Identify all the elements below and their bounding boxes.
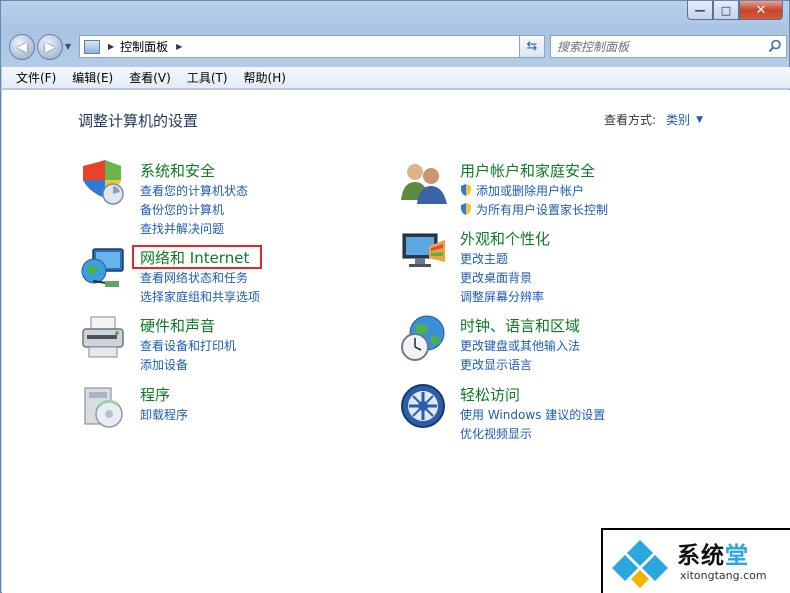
link-troubleshoot[interactable]: 查找并解决问题 — [140, 220, 224, 237]
search-box[interactable] — [550, 35, 787, 58]
page-title: 调整计算机的设置 — [78, 112, 199, 130]
shield-icon[interactable] — [79, 158, 129, 208]
close-button[interactable]: ✕ — [739, 1, 783, 20]
menu-tools[interactable]: 工具(T) — [179, 68, 236, 88]
menu-help[interactable]: 帮助(H) — [236, 68, 294, 88]
category-title[interactable]: 时钟、语言和区域 — [460, 315, 580, 336]
view-by: 查看方式: 类别 ▼ — [604, 111, 703, 128]
link-text[interactable]: 添加或删除用户帐户 — [476, 184, 584, 198]
control-panel-icon — [84, 39, 100, 54]
link-backup-computer[interactable]: 备份您的计算机 — [140, 201, 224, 218]
link-add-device[interactable]: 添加设备 — [140, 356, 188, 373]
link-windows-recommended-settings[interactable]: 使用 Windows 建议的设置 — [460, 406, 605, 423]
programs-disc-icon[interactable] — [79, 382, 129, 432]
category-title[interactable]: 用户帐户和家庭安全 — [460, 160, 595, 181]
link-text[interactable]: 为所有用户设置家长控制 — [476, 203, 608, 217]
link-screen-resolution[interactable]: 调整屏幕分辨率 — [460, 288, 544, 305]
category-title[interactable]: 硬件和声音 — [140, 315, 215, 336]
printer-icon[interactable] — [79, 313, 129, 363]
watermark-title: 系统堂 — [677, 536, 749, 570]
category-title[interactable]: 轻松访问 — [460, 384, 520, 405]
link-network-status[interactable]: 查看网络状态和任务 — [140, 269, 248, 286]
link-display-language[interactable]: 更改显示语言 — [460, 356, 532, 373]
menu-view[interactable]: 查看(V) — [121, 68, 179, 88]
breadcrumb-separator-icon[interactable]: ▶ — [108, 42, 114, 51]
address-bar[interactable]: ▶ 控制面板 ▶ ▼ — [79, 35, 545, 58]
minimize-icon: — — [694, 3, 706, 17]
clock-globe-icon[interactable] — [399, 313, 449, 363]
window-controls: — □ ✕ — [687, 1, 783, 20]
maximize-button[interactable]: □ — [713, 1, 739, 20]
arrow-right-icon: ▶ — [45, 39, 55, 55]
back-button[interactable]: ◀ — [9, 34, 35, 60]
category-title[interactable]: 系统和安全 — [140, 160, 215, 181]
menu-edit[interactable]: 编辑(E) — [64, 68, 121, 88]
watermark-logo-icon — [612, 540, 668, 588]
refresh-button[interactable]: ⇆ — [519, 35, 545, 58]
window-frame: — □ ✕ ◀ ▶ ▼ ▶ 控制面板 ▶ ▼ ⇆ 文件(F) 编辑(E) 查看(… — [0, 0, 790, 593]
link-optimize-display[interactable]: 优化视频显示 — [460, 425, 532, 442]
link-homegroup-sharing[interactable]: 选择家庭组和共享选项 — [140, 288, 260, 305]
link-check-computer-status[interactable]: 查看您的计算机状态 — [140, 182, 248, 199]
forward-button[interactable]: ▶ — [37, 34, 63, 60]
maximize-icon: □ — [720, 3, 732, 17]
view-by-dropdown[interactable]: 类别 — [666, 111, 690, 128]
uac-shield-icon — [461, 184, 471, 196]
link-parental-controls[interactable]: 为所有用户设置家长控制 — [460, 201, 608, 218]
highlight-frame — [132, 245, 262, 269]
site-watermark: 系统堂 xitongtang.com — [601, 528, 790, 593]
uac-shield-icon — [461, 203, 471, 215]
link-desktop-background[interactable]: 更改桌面背景 — [460, 269, 532, 286]
navigation-bar: ◀ ▶ ▼ ▶ 控制面板 ▶ ▼ ⇆ — [7, 32, 787, 62]
refresh-icon: ⇆ — [526, 39, 538, 54]
category-title[interactable]: 程序 — [140, 384, 170, 405]
monitor-palette-icon[interactable] — [399, 226, 449, 276]
control-panel-content: 调整计算机的设置 查看方式: 类别 ▼ 系统和安全 查看您的计算机状态 备份您的… — [2, 90, 790, 593]
breadcrumb-control-panel[interactable]: 控制面板 — [120, 38, 168, 55]
search-input[interactable] — [551, 36, 751, 57]
breadcrumb-separator-icon[interactable]: ▶ — [176, 42, 182, 51]
watermark-title-accent: 堂 — [725, 542, 749, 569]
link-change-input-method[interactable]: 更改键盘或其他输入法 — [460, 337, 580, 354]
ease-of-access-icon[interactable] — [399, 382, 449, 432]
link-uninstall-program[interactable]: 卸载程序 — [140, 406, 188, 423]
chevron-down-icon[interactable]: ▼ — [696, 115, 703, 125]
menu-bar: 文件(F) 编辑(E) 查看(V) 工具(T) 帮助(H) — [2, 67, 790, 89]
minimize-button[interactable]: — — [687, 1, 713, 20]
search-icon[interactable] — [768, 39, 782, 53]
link-change-theme[interactable]: 更改主题 — [460, 250, 508, 267]
watermark-url: xitongtang.com — [680, 569, 767, 582]
history-dropdown-icon[interactable]: ▼ — [65, 42, 71, 51]
view-by-label: 查看方式: — [604, 113, 657, 127]
watermark-title-main: 系统 — [677, 542, 725, 569]
menu-file[interactable]: 文件(F) — [2, 68, 64, 88]
network-globe-icon[interactable] — [79, 245, 129, 295]
category-title[interactable]: 外观和个性化 — [460, 228, 550, 249]
close-icon: ✕ — [755, 2, 767, 18]
link-devices-printers[interactable]: 查看设备和打印机 — [140, 337, 236, 354]
link-add-remove-users[interactable]: 添加或删除用户帐户 — [460, 182, 584, 199]
arrow-left-icon: ◀ — [17, 39, 27, 55]
users-icon[interactable] — [399, 158, 449, 208]
